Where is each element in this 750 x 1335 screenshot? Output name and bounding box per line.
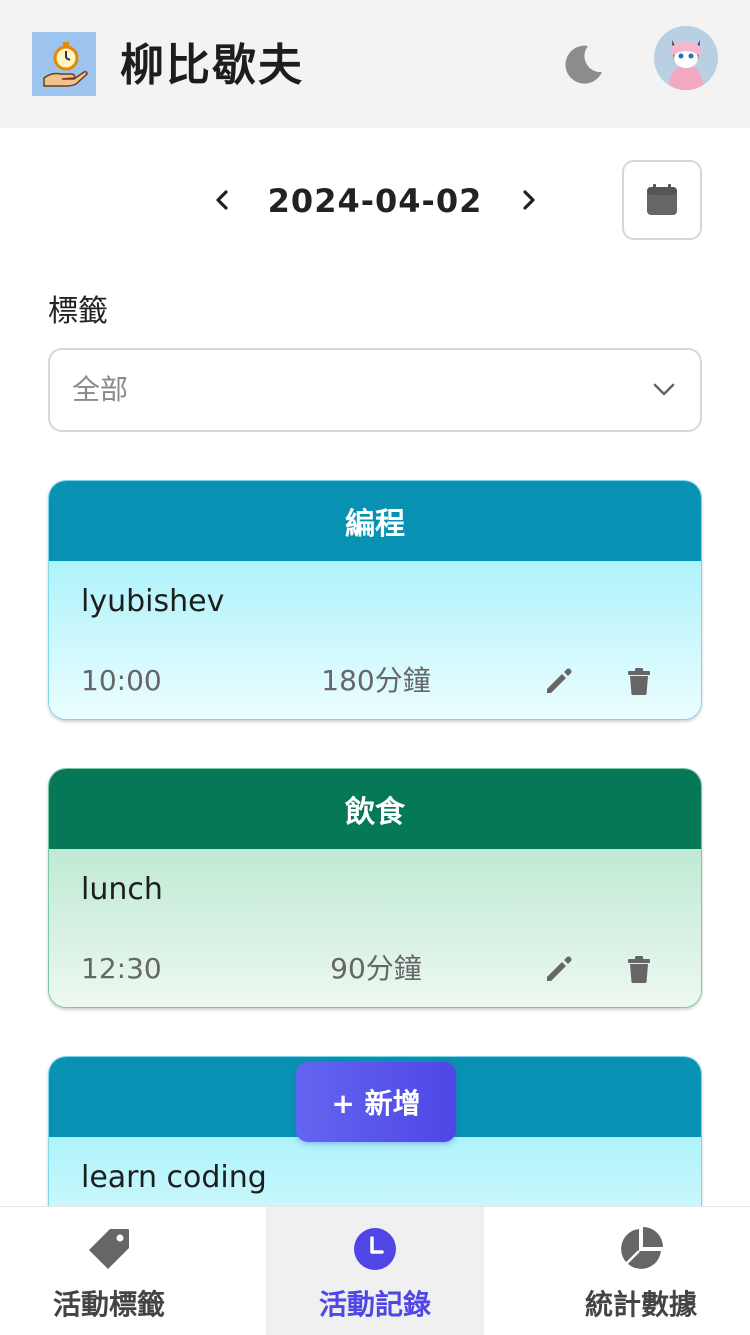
previous-day-button[interactable] (205, 182, 241, 218)
add-record-button[interactable]: + 新增 (296, 1062, 456, 1142)
record-tag: 飲食 (49, 769, 701, 849)
moon-icon[interactable] (558, 40, 606, 88)
bottom-nav: 活動標籤 活動記錄 統計數據 (0, 1206, 750, 1335)
nav-item-activity-records[interactable]: 活動記錄 (266, 1207, 484, 1335)
record-start-time: 12:30 (81, 952, 162, 985)
pie-chart-icon (617, 1225, 665, 1273)
pencil-icon (547, 956, 572, 981)
pencil-icon (547, 668, 572, 693)
calendar-button[interactable] (622, 160, 702, 240)
nav-item-statistics[interactable]: 統計數據 (532, 1207, 750, 1335)
record-body: lunch 12:30 90分鐘 (49, 849, 701, 1007)
record-tag: 編程 (49, 481, 701, 561)
current-date: 2024-04-02 (267, 182, 483, 220)
tag-filter-label: 標籤 (48, 294, 108, 329)
tag-filter-value: 全部 (72, 373, 129, 406)
record-name: lyubishev (81, 584, 225, 619)
delete-record-button[interactable] (623, 665, 655, 697)
avatar[interactable] (654, 26, 718, 90)
app-header: 柳比歇夫 (0, 0, 750, 128)
record-name: lunch (81, 872, 163, 907)
chevron-right-icon (523, 190, 535, 210)
nav-label: 活動標籤 (52, 1288, 165, 1321)
trash-icon (628, 956, 650, 983)
record-body: lyubishev 10:00 180分鐘 (49, 561, 701, 719)
tag-filter-select[interactable]: 全部 (48, 348, 702, 432)
stopwatch-hand-icon[interactable] (32, 32, 96, 96)
tag-icon (85, 1225, 133, 1273)
record-start-time: 10:00 (81, 664, 162, 697)
edit-record-button[interactable] (543, 665, 575, 697)
clock-icon (351, 1225, 399, 1273)
cat-avatar-icon (654, 26, 718, 90)
record-duration: 90分鐘 (330, 952, 422, 985)
chevron-down-icon (653, 383, 675, 396)
record-card: 飲食 lunch 12:30 90分鐘 (48, 768, 702, 1008)
chevron-left-icon (216, 190, 228, 210)
record-name: learn coding (81, 1160, 267, 1195)
calendar-icon (647, 184, 677, 215)
record-card: 編程 lyubishev 10:00 180分鐘 (48, 480, 702, 720)
nav-item-activity-tags[interactable]: 活動標籤 (0, 1207, 218, 1335)
trash-icon (628, 668, 650, 695)
nav-label: 統計數據 (584, 1288, 697, 1321)
nav-label: 活動記錄 (318, 1288, 431, 1321)
delete-record-button[interactable] (623, 953, 655, 985)
edit-record-button[interactable] (543, 953, 575, 985)
next-day-button[interactable] (510, 182, 546, 218)
record-duration: 180分鐘 (321, 664, 431, 697)
app-title: 柳比歇夫 (120, 40, 304, 91)
